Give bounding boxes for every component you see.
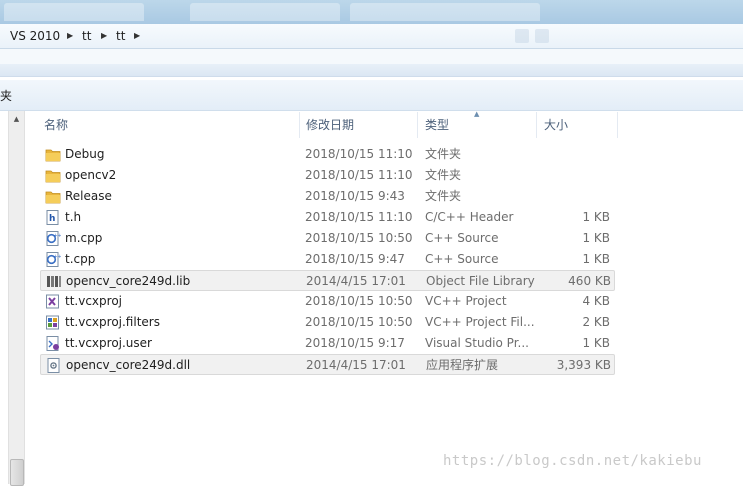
file-date: 2018/10/15 11:10 (305, 210, 413, 224)
file-size (540, 186, 610, 207)
file-size: 1 KB (582, 231, 610, 245)
nav-scrollbar[interactable]: ▲ (8, 111, 25, 486)
folder-icon (45, 147, 61, 162)
file-date: 2018/10/15 9:43 (305, 189, 405, 203)
file-row[interactable]: Debug 2018/10/15 11:10 文件夹 (40, 144, 615, 165)
dll-file-icon (46, 358, 62, 373)
file-name: Release (65, 189, 112, 203)
file-size: 1 KB (582, 252, 610, 266)
file-date: 2018/10/15 11:10 (305, 168, 413, 182)
file-row[interactable]: opencv_core249d.lib 2014/4/15 17:01 Object… (40, 270, 615, 291)
column-header-date[interactable]: 修改日期 (300, 112, 418, 138)
file-type: 文件夹 (425, 147, 462, 161)
file-date: 2018/10/15 10:50 (305, 315, 413, 329)
file-name: opencv2 (65, 168, 117, 182)
file-type: 文件夹 (425, 168, 462, 182)
file-date: 2014/4/15 17:01 (306, 274, 406, 288)
window-title-bar (0, 0, 743, 24)
cpp-file-icon: ++ (45, 252, 62, 267)
file-size (540, 144, 610, 165)
file-size: 3,393 KB (556, 358, 611, 372)
file-type: Visual Studio Pr... (425, 336, 529, 350)
file-date: 2018/10/15 10:50 (305, 294, 413, 308)
file-size: 1 KB (582, 336, 610, 350)
chevron-right-icon[interactable]: ▶ (134, 24, 140, 48)
file-type: 文件夹 (425, 189, 462, 203)
file-size: 1 KB (582, 210, 610, 224)
folder-icon (45, 189, 61, 204)
file-row[interactable]: Release 2018/10/15 9:43 文件夹 (40, 186, 615, 207)
filters-file-icon (45, 315, 61, 330)
vcxproj-file-icon (45, 294, 61, 309)
window-tab[interactable] (4, 3, 144, 21)
sort-ascending-icon: ▲ (474, 110, 480, 118)
file-row[interactable]: h t.h 2018/10/15 11:10 C/C++ Header 1 KB (40, 207, 615, 228)
file-size: 460 KB (568, 274, 611, 288)
chevron-right-icon[interactable]: ▶ (101, 24, 107, 48)
file-row[interactable]: opencv_core249d.dll 2014/4/15 17:01 应用程序扩展… (40, 354, 615, 375)
breadcrumb-item[interactable]: tt (82, 24, 91, 48)
scroll-up-icon[interactable]: ▲ (9, 111, 24, 127)
file-name: opencv_core249d.lib (66, 274, 191, 288)
svg-text:++: ++ (54, 233, 62, 239)
file-type: Object File Library (426, 274, 535, 288)
navigation-pane (0, 111, 8, 484)
file-type: C++ Source (425, 231, 499, 245)
file-name: tt.vcxproj.filters (65, 315, 160, 329)
file-type: C++ Source (425, 252, 499, 266)
file-name: t.cpp (65, 252, 96, 266)
dropdown-icon[interactable] (535, 29, 549, 43)
file-date: 2014/4/15 17:01 (306, 358, 406, 372)
file-type: VC++ Project (425, 294, 507, 308)
svg-text:++: ++ (54, 254, 62, 260)
file-row[interactable]: tt.vcxproj.user 2018/10/15 9:17 Visual Stu… (40, 333, 615, 354)
file-date: 2018/10/15 9:17 (305, 336, 405, 350)
file-row[interactable]: ++ m.cpp 2018/10/15 10:50 C++ Source 1 KB (40, 228, 615, 249)
column-header-size[interactable]: 大小 (538, 112, 618, 138)
file-name: t.h (65, 210, 82, 224)
cpp-file-icon: ++ (45, 231, 62, 246)
chevron-right-icon[interactable]: ▶ (67, 24, 73, 48)
header-file-icon: h (45, 210, 61, 225)
navigation-header: 夹 (0, 80, 743, 111)
file-row[interactable]: ++ t.cpp 2018/10/15 9:47 C++ Source 1 KB (40, 249, 615, 270)
window-tab[interactable] (190, 3, 340, 21)
file-size (540, 165, 610, 186)
folder-icon (45, 168, 61, 183)
file-type: 应用程序扩展 (426, 358, 499, 372)
window-tab[interactable] (350, 3, 540, 21)
file-name: Debug (65, 147, 105, 161)
file-size: 2 KB (582, 315, 610, 329)
file-type: VC++ Project Fil... (425, 315, 535, 329)
file-row[interactable]: tt.vcxproj 2018/10/15 10:50 VC++ Project 4 … (40, 291, 615, 312)
file-row[interactable]: opencv2 2018/10/15 11:10 文件夹 (40, 165, 615, 186)
lib-file-icon (46, 274, 62, 289)
file-type: C/C++ Header (425, 210, 514, 224)
file-date: 2018/10/15 11:10 (305, 147, 413, 161)
refresh-icon[interactable] (515, 29, 529, 43)
favorites-label[interactable]: 夹 (0, 87, 12, 104)
file-name: m.cpp (65, 231, 103, 245)
column-header-name[interactable]: 名称 (38, 112, 300, 138)
file-date: 2018/10/15 10:50 (305, 231, 413, 245)
file-row[interactable]: tt.vcxproj.filters 2018/10/15 10:50 VC++ P… (40, 312, 615, 333)
breadcrumb-item[interactable]: tt (116, 24, 125, 48)
address-bar[interactable]: VS 2010 ▶ tt ▶ tt ▶ (0, 24, 743, 49)
file-size: 4 KB (582, 294, 610, 308)
scrollbar-thumb[interactable] (10, 459, 24, 486)
file-name: opencv_core249d.dll (66, 358, 191, 372)
user-file-icon (45, 336, 61, 351)
search-strip (0, 49, 743, 64)
svg-text:h: h (49, 214, 55, 224)
watermark: https://blog.csdn.net/kakiebu (443, 453, 702, 469)
breadcrumb-item[interactable]: VS 2010 (10, 24, 60, 48)
file-date: 2018/10/15 9:47 (305, 252, 405, 266)
file-name: tt.vcxproj.user (65, 336, 152, 350)
file-name: tt.vcxproj (65, 294, 122, 308)
command-toolbar (0, 64, 743, 77)
